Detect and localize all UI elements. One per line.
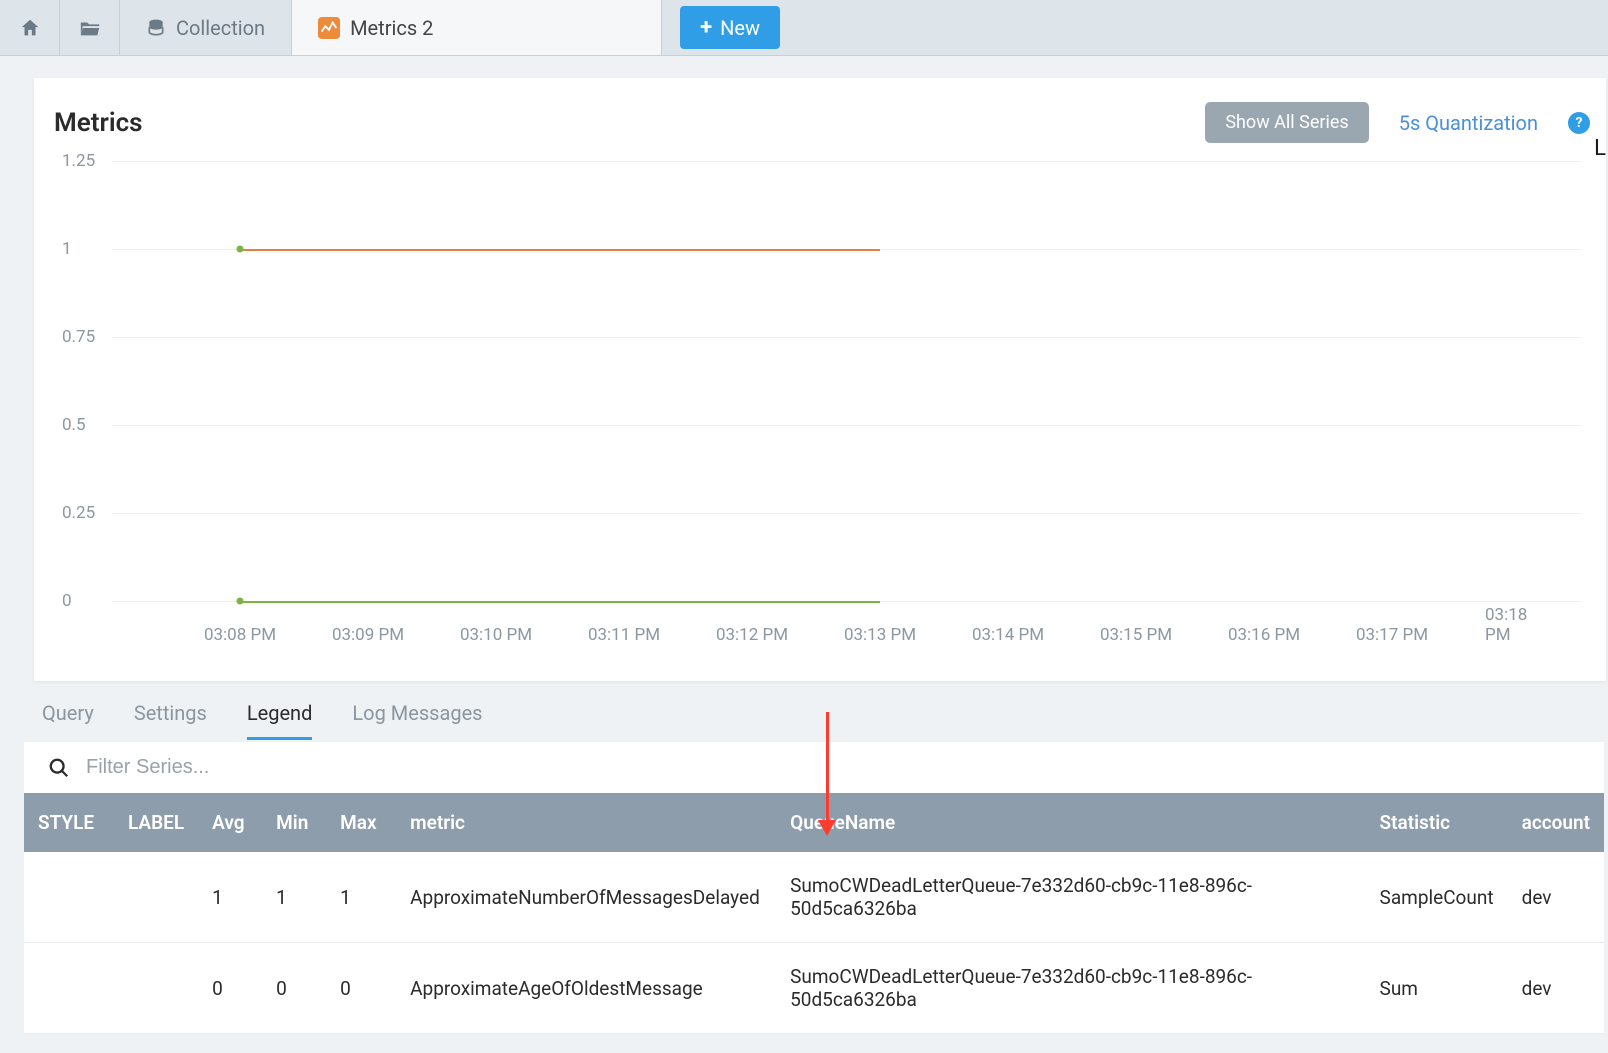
x-tick: 03:08 PM xyxy=(204,625,276,645)
tab-query[interactable]: Query xyxy=(42,701,94,740)
database-icon xyxy=(146,18,166,38)
col-style[interactable]: STYLE xyxy=(24,793,114,852)
top-toolbar: Collection Metrics 2 + New xyxy=(0,0,1608,56)
series-line-green xyxy=(240,601,880,603)
y-tick: 1.25 xyxy=(62,151,95,171)
y-tick: 0 xyxy=(62,591,72,611)
tab-legend[interactable]: Legend xyxy=(247,701,313,740)
x-tick: 03:09 PM xyxy=(332,625,404,645)
x-tick: 03:18 PM xyxy=(1485,605,1555,645)
series-start-dot xyxy=(237,598,244,605)
metrics-chart[interactable]: 1.25 1 0.75 0.5 0.25 0 03:08 PM 03:09 PM… xyxy=(62,161,1590,661)
folder-open-icon xyxy=(79,17,101,39)
plus-icon: + xyxy=(700,15,712,40)
y-tick: 0.75 xyxy=(62,327,95,347)
filter-series-input[interactable] xyxy=(86,756,486,779)
tab-collection-label: Collection xyxy=(176,16,265,40)
help-icon[interactable]: ? xyxy=(1568,112,1590,134)
home-button[interactable] xyxy=(0,0,60,55)
table-row[interactable]: 0 0 0 ApproximateAgeOfOldestMessage Sumo… xyxy=(24,943,1604,1034)
x-tick: 03:12 PM xyxy=(716,625,788,645)
tab-settings[interactable]: Settings xyxy=(134,701,207,740)
y-tick: 0.5 xyxy=(62,415,86,435)
tab-metrics-label: Metrics 2 xyxy=(350,16,433,40)
col-metric[interactable]: metric xyxy=(396,793,776,852)
metrics-icon xyxy=(318,17,340,39)
library-button[interactable] xyxy=(60,0,120,55)
page-title: Metrics xyxy=(54,108,143,138)
tab-metrics-2[interactable]: Metrics 2 xyxy=(292,0,662,55)
col-max[interactable]: Max xyxy=(326,793,396,852)
col-min[interactable]: Min xyxy=(262,793,326,852)
col-label[interactable]: LABEL xyxy=(114,793,198,852)
show-all-series-button[interactable]: Show All Series xyxy=(1205,102,1368,143)
x-tick: 03:13 PM xyxy=(844,625,916,645)
filter-series-row xyxy=(24,742,1604,793)
tab-collection[interactable]: Collection xyxy=(120,0,292,55)
tab-log-messages[interactable]: Log Messages xyxy=(352,701,482,740)
metrics-card: Metrics Show All Series 5s Quantization … xyxy=(34,78,1606,681)
col-avg[interactable]: Avg xyxy=(198,793,262,852)
col-account[interactable]: account xyxy=(1508,793,1604,852)
x-tick: 03:11 PM xyxy=(588,625,660,645)
new-button-label: New xyxy=(720,16,760,40)
table-row[interactable]: 1 1 1 ApproximateNumberOfMessagesDelayed… xyxy=(24,852,1604,943)
x-tick: 03:14 PM xyxy=(972,625,1044,645)
x-tick: 03:15 PM xyxy=(1100,625,1172,645)
y-tick: 0.25 xyxy=(62,503,95,523)
legend-tabs: Query Settings Legend Log Messages xyxy=(0,681,1608,740)
legend-table: STYLE LABEL Avg Min Max metric QueueName… xyxy=(24,793,1604,1034)
col-queuename[interactable]: QueueName xyxy=(776,793,1365,852)
x-tick: 03:10 PM xyxy=(460,625,532,645)
new-button[interactable]: + New xyxy=(680,6,780,49)
side-label: L xyxy=(1594,136,1606,161)
home-icon xyxy=(19,17,41,39)
table-header-row: STYLE LABEL Avg Min Max metric QueueName… xyxy=(24,793,1604,852)
x-tick: 03:17 PM xyxy=(1356,625,1428,645)
x-tick: 03:16 PM xyxy=(1228,625,1300,645)
y-tick: 1 xyxy=(62,239,72,259)
quantization-label[interactable]: 5s Quantization xyxy=(1399,111,1538,135)
series-line-orange xyxy=(240,249,880,251)
series-start-dot xyxy=(237,246,244,253)
search-icon xyxy=(48,757,70,779)
col-statistic[interactable]: Statistic xyxy=(1366,793,1508,852)
